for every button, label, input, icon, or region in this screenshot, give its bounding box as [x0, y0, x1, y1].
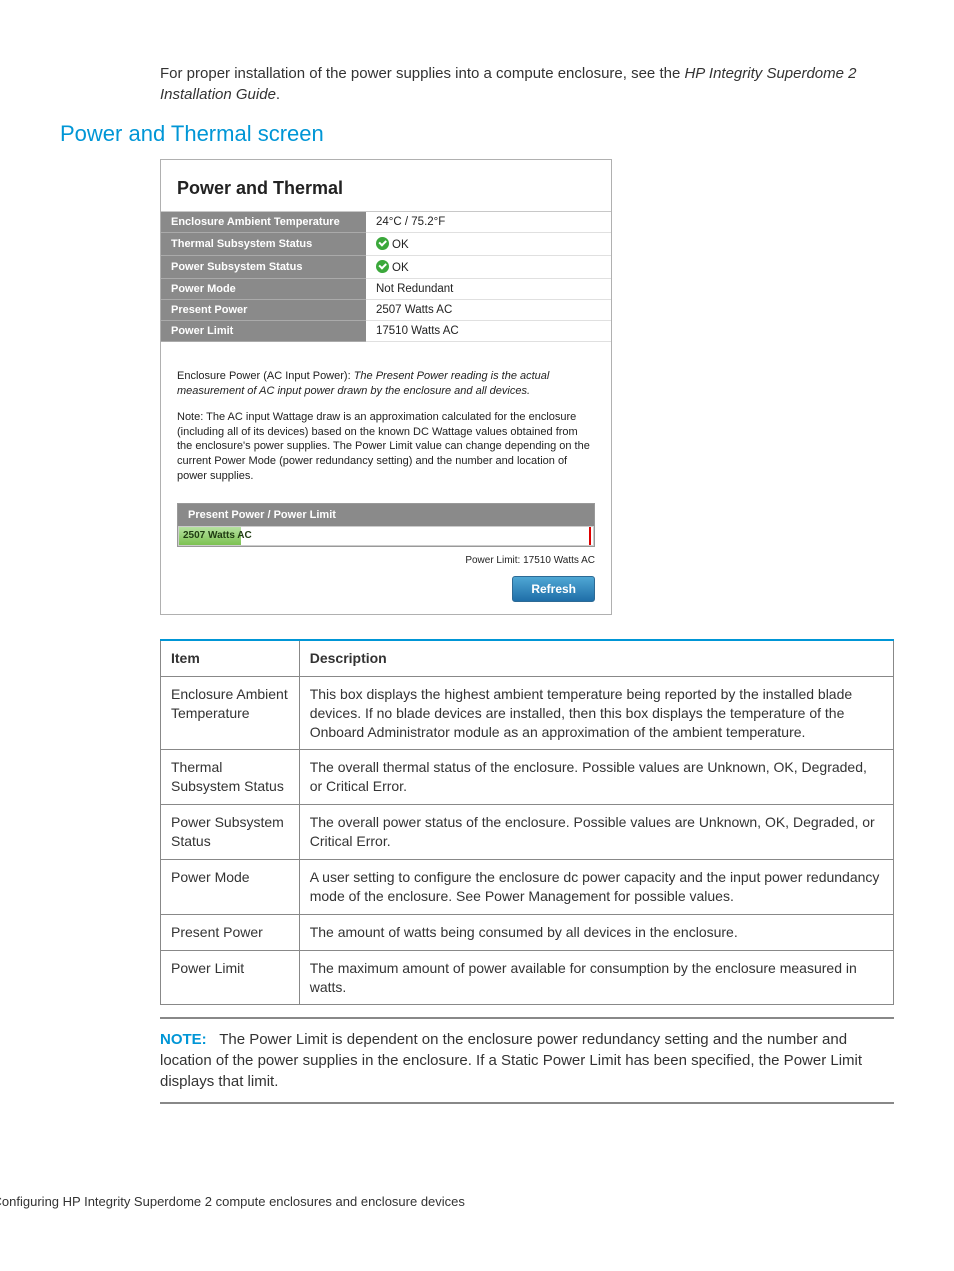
intro-paragraph: For proper installation of the power sup…: [160, 63, 894, 105]
item-cell: Power Limit: [161, 950, 300, 1005]
item-cell: Thermal Subsystem Status: [161, 750, 300, 805]
item-cell: Present Power: [161, 914, 300, 950]
desc-cell: A user setting to configure the enclosur…: [299, 860, 893, 915]
power-thermal-panel: Power and Thermal Enclosure Ambient Temp…: [160, 159, 612, 615]
chapter-title: Configuring HP Integrity Superdome 2 com…: [0, 1194, 465, 1209]
status-label: Power Limit: [161, 321, 366, 342]
panel-title: Power and Thermal: [161, 160, 611, 211]
power-bar: 2507 Watts AC: [178, 526, 594, 546]
status-label: Enclosure Ambient Temperature: [161, 212, 366, 233]
status-value: OK: [366, 256, 611, 279]
status-label: Thermal Subsystem Status: [161, 233, 366, 256]
table-row: Power ModeA user setting to configure th…: [161, 860, 894, 915]
item-cell: Power Mode: [161, 860, 300, 915]
table-row: Thermal Subsystem StatusThe overall ther…: [161, 750, 894, 805]
status-value: OK: [366, 233, 611, 256]
ok-icon: [376, 237, 389, 250]
status-value: Not Redundant: [366, 279, 611, 300]
note-block: NOTE: The Power Limit is dependent on th…: [160, 1017, 894, 1104]
description-table: Item Description Enclosure Ambient Tempe…: [160, 639, 894, 1006]
ok-icon: [376, 260, 389, 273]
status-value: 17510 Watts AC: [366, 321, 611, 342]
note-label: NOTE:: [160, 1031, 207, 1048]
desc-cell: This box displays the highest ambient te…: [299, 676, 893, 750]
page-footer: 130 Configuring HP Integrity Superdome 2…: [0, 1194, 894, 1209]
item-cell: Power Subsystem Status: [161, 805, 300, 860]
desc-cell: The amount of watts being consumed by al…: [299, 914, 893, 950]
table-row: Power LimitThe maximum amount of power a…: [161, 950, 894, 1005]
desc-cell: The overall thermal status of the enclos…: [299, 750, 893, 805]
note-text: The Power Limit is dependent on the encl…: [160, 1031, 862, 1090]
table-row: Enclosure Ambient TemperatureThis box di…: [161, 676, 894, 750]
status-value: 24°C / 75.2°F: [366, 212, 611, 233]
power-bar-container: Present Power / Power Limit 2507 Watts A…: [177, 503, 595, 547]
panel-notes: Enclosure Power (AC Input Power): The Pr…: [161, 342, 611, 503]
refresh-button[interactable]: Refresh: [512, 576, 595, 602]
table-row: Power Subsystem StatusThe overall power …: [161, 805, 894, 860]
table-row: Present PowerThe amount of watts being c…: [161, 914, 894, 950]
status-table: Enclosure Ambient Temperature24°C / 75.2…: [161, 212, 611, 342]
power-bar-header: Present Power / Power Limit: [178, 504, 594, 526]
section-heading: Power and Thermal screen: [60, 121, 894, 147]
power-limit-mark: [589, 527, 591, 545]
col-item: Item: [161, 640, 300, 676]
desc-cell: The overall power status of the enclosur…: [299, 805, 893, 860]
col-description: Description: [299, 640, 893, 676]
desc-cell: The maximum amount of power available fo…: [299, 950, 893, 1005]
status-label: Present Power: [161, 300, 366, 321]
item-cell: Enclosure Ambient Temperature: [161, 676, 300, 750]
power-bar-fill: 2507 Watts AC: [179, 527, 241, 545]
power-limit-label: Power Limit: 17510 Watts AC: [161, 553, 611, 576]
status-value: 2507 Watts AC: [366, 300, 611, 321]
status-label: Power Mode: [161, 279, 366, 300]
status-label: Power Subsystem Status: [161, 256, 366, 279]
